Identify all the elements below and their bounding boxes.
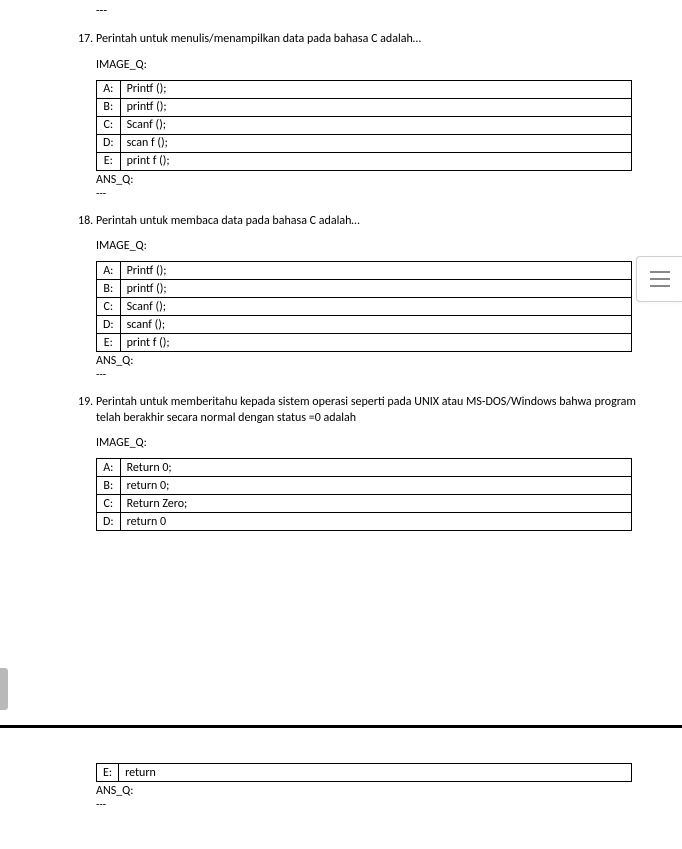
options-table: A:Printf (); B:printf (); C:Scanf (); D:… — [96, 261, 632, 352]
table-row: B:printf (); — [97, 98, 632, 116]
option-letter: C: — [97, 116, 121, 134]
option-value: print f (); — [120, 152, 631, 170]
hamburger-line-icon — [650, 271, 670, 273]
option-value: scanf (); — [120, 316, 631, 334]
option-value: printf (); — [120, 280, 631, 298]
option-letter: A: — [97, 80, 121, 98]
question-body: Perintah untuk membaca data pada bahasa … — [96, 214, 360, 228]
table-row: D:return 0 — [97, 513, 632, 531]
option-letter: D: — [97, 134, 121, 152]
option-value: Scanf (); — [120, 116, 631, 134]
table-row: A:Return 0; — [97, 459, 632, 477]
option-letter: E: — [97, 152, 121, 170]
option-letter: D: — [97, 513, 121, 531]
question-body: Perintah untuk menulis/menampilkan data … — [96, 32, 421, 46]
option-letter: C: — [97, 495, 121, 513]
question-18: 18.Perintah untuk membaca data pada baha… — [0, 214, 682, 382]
option-value: return — [119, 764, 632, 782]
ans-dashes: --- — [96, 798, 682, 811]
table-row: D:scanf (); — [97, 316, 632, 334]
option-letter: C: — [97, 298, 121, 316]
table-row: C:Scanf (); — [97, 116, 632, 134]
hamburger-line-icon — [650, 278, 670, 280]
ans-dashes: --- — [96, 368, 682, 381]
hamburger-menu-button[interactable] — [636, 256, 682, 302]
ans-dashes: --- — [96, 187, 682, 200]
option-letter: A: — [97, 459, 121, 477]
image-q-label: IMAGE_Q: — [96, 436, 682, 450]
option-value: return 0; — [120, 477, 631, 495]
left-edge-tab[interactable] — [0, 668, 8, 710]
table-row: B:return 0; — [97, 477, 632, 495]
option-value: Return Zero; — [120, 495, 631, 513]
question-19: 19.Perintah untuk memberitahu kepada sis… — [0, 395, 682, 531]
ans-q-label: ANS_Q: — [96, 173, 682, 187]
image-q-label: IMAGE_Q: — [96, 58, 682, 72]
table-row: E:return — [97, 764, 632, 782]
option-value: Return 0; — [120, 459, 631, 477]
option-value: Printf (); — [120, 262, 631, 280]
option-value: scan f (); — [120, 134, 631, 152]
table-row: A:Printf (); — [97, 262, 632, 280]
question-number: 18. — [78, 214, 96, 230]
question-text: 18.Perintah untuk membaca data pada baha… — [62, 214, 682, 230]
ans-q-label: ANS_Q: — [96, 354, 682, 368]
document-page-2: E:return ANS_Q: --- — [0, 728, 682, 849]
table-row: D:scan f (); — [97, 134, 632, 152]
table-row: C:Scanf (); — [97, 298, 632, 316]
option-letter: A: — [97, 262, 121, 280]
image-q-label: IMAGE_Q: — [96, 239, 682, 253]
option-letter: B: — [97, 280, 121, 298]
option-value: Scanf (); — [120, 298, 631, 316]
option-letter: E: — [97, 334, 121, 352]
table-row: E:print f (); — [97, 152, 632, 170]
option-letter: D: — [97, 316, 121, 334]
question-text: 19.Perintah untuk memberitahu kepada sis… — [62, 395, 682, 426]
document-page-1: --- 17.Perintah untuk menulis/menampilka… — [0, 0, 682, 725]
top-dashes: --- — [96, 0, 682, 18]
option-value: Printf (); — [120, 80, 631, 98]
options-table: A:Return 0; B:return 0; C:Return Zero; D… — [96, 458, 632, 531]
option-letter: E: — [97, 764, 119, 782]
option-letter: B: — [97, 477, 121, 495]
ans-q-label: ANS_Q: — [96, 784, 682, 798]
option-letter: B: — [97, 98, 121, 116]
hamburger-line-icon — [650, 285, 670, 287]
question-number: 19. — [78, 395, 96, 411]
option-value: printf (); — [120, 98, 631, 116]
table-row: B:printf (); — [97, 280, 632, 298]
option-value: print f (); — [120, 334, 631, 352]
question-body: Perintah untuk memberitahu kepada sistem… — [96, 395, 636, 425]
question-number: 17. — [78, 32, 96, 48]
table-row: E:print f (); — [97, 334, 632, 352]
table-row: C:Return Zero; — [97, 495, 632, 513]
option-value: return 0 — [120, 513, 631, 531]
table-row: A:Printf (); — [97, 80, 632, 98]
question-text: 17.Perintah untuk menulis/menampilkan da… — [62, 32, 682, 48]
options-table: E:return — [96, 763, 632, 782]
options-table: A:Printf (); B:printf (); C:Scanf (); D:… — [96, 80, 632, 171]
question-17: 17.Perintah untuk menulis/menampilkan da… — [0, 32, 682, 200]
